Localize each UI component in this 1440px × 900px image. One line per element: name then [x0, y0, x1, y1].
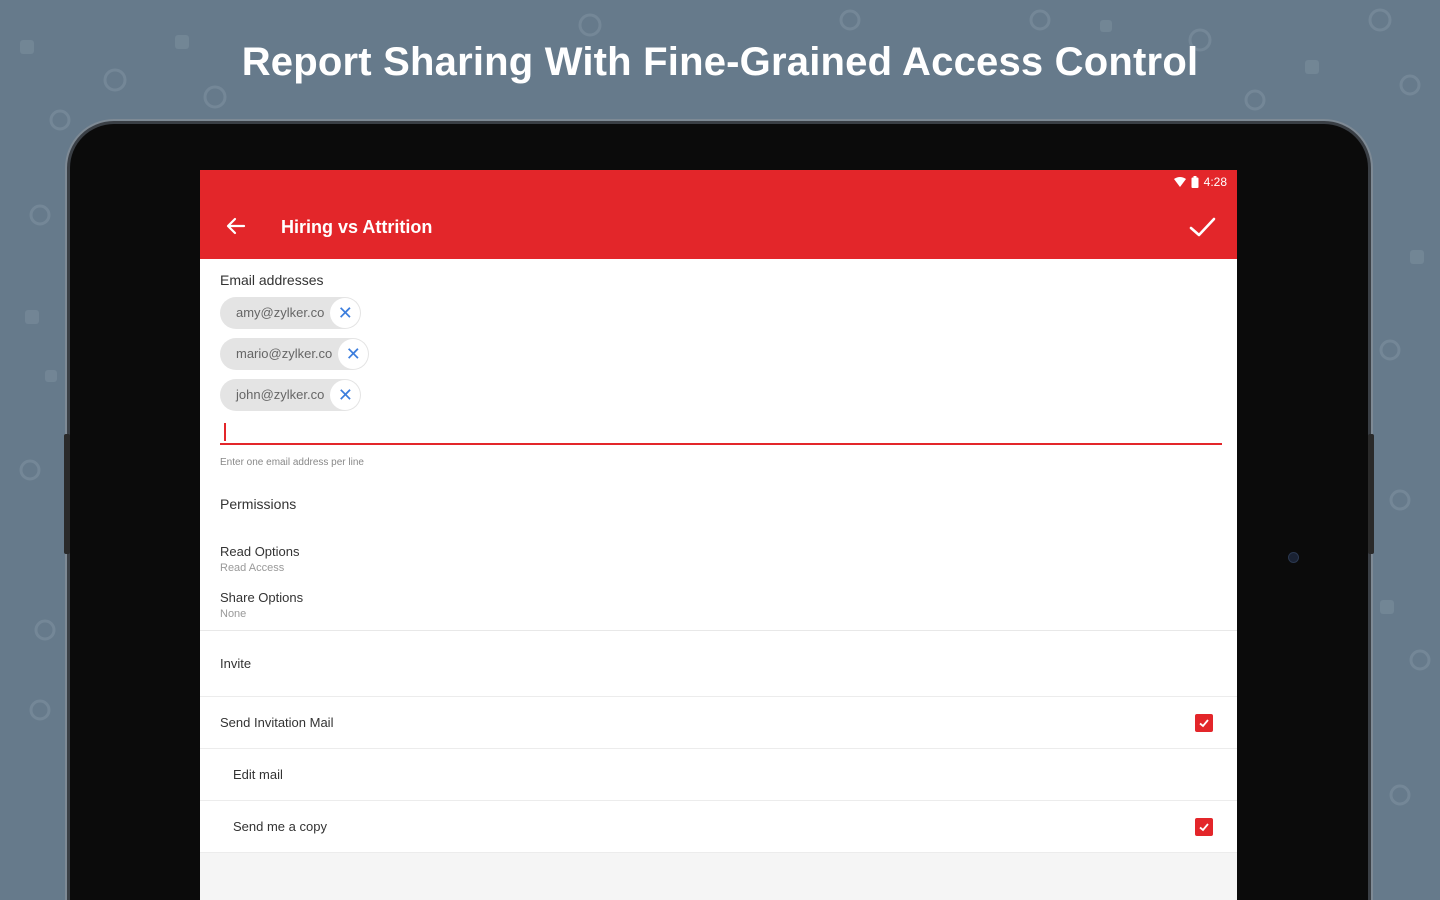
page-title: Hiring vs Attrition: [281, 217, 433, 237]
send-invitation-checkbox[interactable]: [1195, 714, 1213, 732]
app-screen: 4:28 Hiring vs Attrition Email addresses…: [200, 170, 1237, 900]
share-options-title: Share Options: [220, 590, 304, 605]
send-copy-checkbox[interactable]: [1195, 818, 1213, 836]
page-headline: Report Sharing With Fine-Grained Access …: [241, 40, 1199, 84]
send-invitation-label: Send Invitation Mail: [220, 715, 334, 730]
text-caret: [224, 423, 226, 441]
remove-chip-icon[interactable]: ✕: [330, 297, 361, 328]
send-copy-row[interactable]: Send me a copy: [200, 801, 1237, 853]
share-options-value: None: [220, 608, 247, 620]
read-options-item[interactable]: Read Options Read Access: [220, 544, 1222, 574]
checkmark-icon: [1199, 823, 1209, 832]
send-copy-label: Send me a copy: [233, 819, 327, 834]
email-chip: john@zylker.co ✕: [220, 378, 362, 411]
edit-mail-label: Edit mail: [233, 767, 283, 782]
share-options-item[interactable]: Share Options None: [220, 590, 1222, 620]
permissions-section-label: Permissions: [220, 496, 297, 512]
email-chip-text: amy@zylker.co: [236, 305, 325, 320]
email-chip-text: mario@zylker.co: [236, 346, 333, 361]
tablet-side-button: [1368, 434, 1374, 554]
back-arrow-icon[interactable]: [224, 214, 248, 238]
read-options-value: Read Access: [220, 562, 285, 574]
battery-icon: [1191, 176, 1199, 188]
wifi-icon: [1173, 177, 1186, 187]
email-chip: amy@zylker.co ✕: [220, 296, 362, 329]
app-bar: 4:28 Hiring vs Attrition: [200, 170, 1237, 259]
status-bar: 4:28: [1173, 175, 1227, 189]
tablet-side-button: [64, 434, 70, 554]
read-options-title: Read Options: [220, 544, 300, 559]
share-form: Email addresses amy@zylker.co ✕ mario@zy…: [200, 272, 1237, 900]
email-input[interactable]: [220, 421, 1222, 445]
email-chip-text: john@zylker.co: [236, 387, 325, 402]
remove-chip-icon[interactable]: ✕: [338, 338, 369, 369]
email-section-label: Email addresses: [220, 272, 324, 288]
send-invitation-row[interactable]: Send Invitation Mail: [200, 697, 1237, 749]
tablet-camera: [1289, 553, 1298, 562]
invite-section-label: Invite: [200, 631, 1237, 697]
status-time: 4:28: [1203, 175, 1227, 189]
email-input-hint: Enter one email address per line: [220, 457, 364, 468]
checkmark-icon: [1199, 719, 1209, 728]
remove-chip-icon[interactable]: ✕: [330, 379, 361, 410]
email-chip-list: amy@zylker.co ✕ mario@zylker.co ✕ john@z…: [220, 292, 1222, 415]
invite-label: Invite: [220, 656, 252, 671]
edit-mail-row[interactable]: Edit mail: [200, 749, 1237, 801]
form-footer-area: [200, 853, 1237, 900]
confirm-check-icon[interactable]: [1187, 212, 1217, 242]
email-chip: mario@zylker.co ✕: [220, 337, 370, 370]
